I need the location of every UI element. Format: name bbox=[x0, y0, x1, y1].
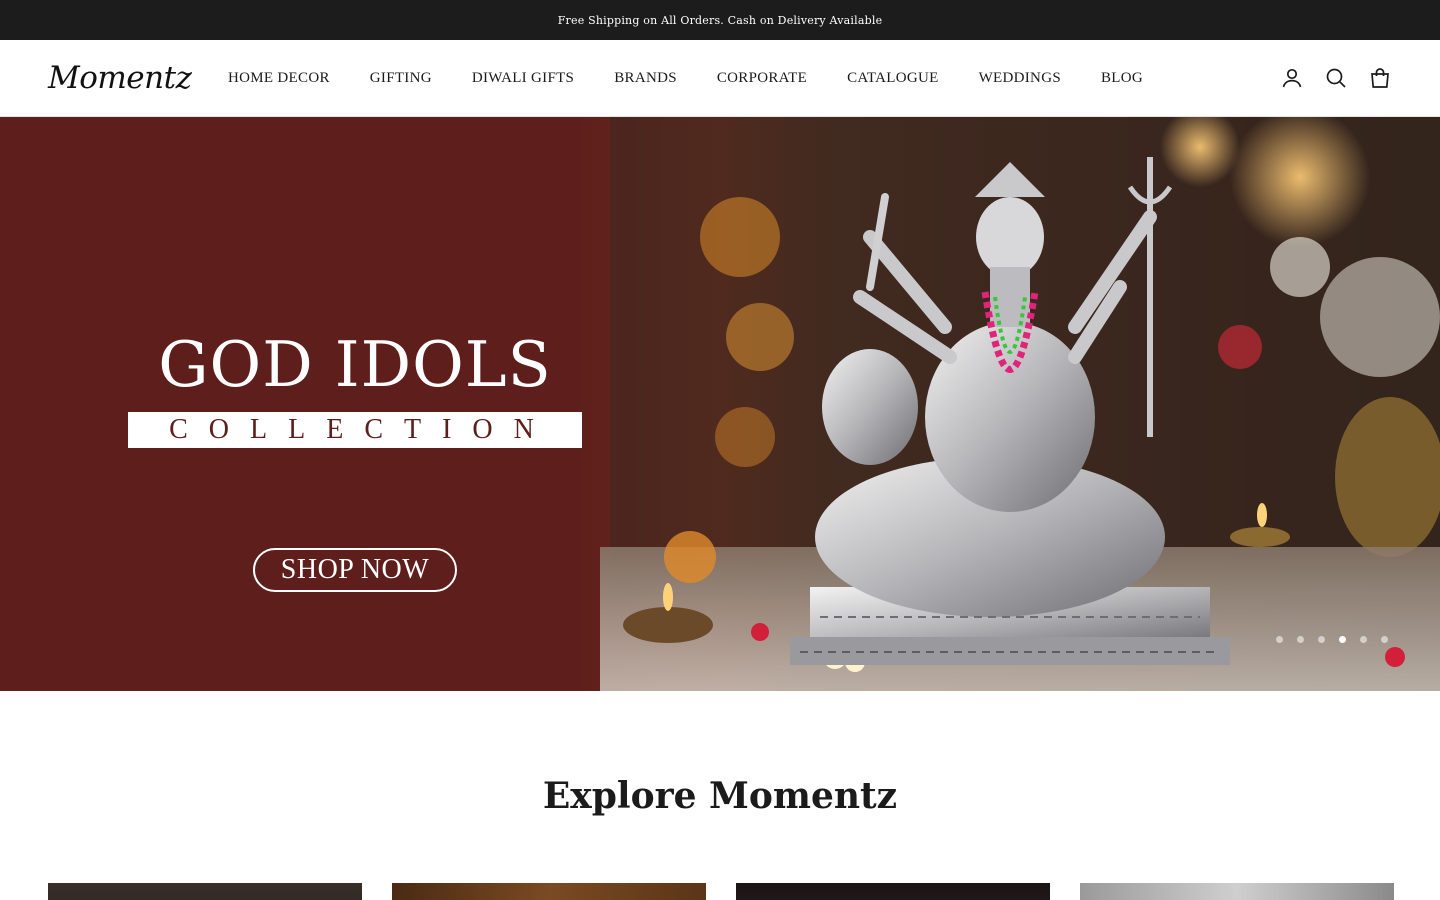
explore-card[interactable] bbox=[48, 883, 362, 900]
slider-dot[interactable] bbox=[1276, 636, 1283, 643]
slider-dot[interactable] bbox=[1381, 636, 1388, 643]
nav-gifting[interactable]: GIFTING bbox=[370, 68, 432, 88]
announcement-bar: Free Shipping on All Orders. Cash on Del… bbox=[0, 0, 1440, 40]
slider-dot[interactable] bbox=[1297, 636, 1304, 643]
main-nav: HOME DECOR GIFTING DIWALI GIFTS BRANDS C… bbox=[228, 68, 1183, 88]
explore-cards bbox=[48, 883, 1394, 900]
nav-brands[interactable]: BRANDS bbox=[614, 68, 677, 88]
shop-now-button[interactable]: SHOP NOW bbox=[253, 548, 457, 592]
account-icon[interactable] bbox=[1280, 66, 1304, 90]
site-header: Momentz HOME DECOR GIFTING DIWALI GIFTS … bbox=[0, 40, 1440, 117]
announcement-text: Free Shipping on All Orders. Cash on Del… bbox=[557, 13, 883, 27]
hero-title: GOD IDOLS bbox=[158, 328, 552, 401]
search-icon[interactable] bbox=[1324, 66, 1348, 90]
slider-dot[interactable] bbox=[1360, 636, 1367, 643]
cart-bag-icon[interactable] bbox=[1368, 66, 1392, 90]
nav-catalogue[interactable]: CATALOGUE bbox=[847, 68, 939, 88]
explore-card[interactable] bbox=[736, 883, 1050, 900]
slider-dots bbox=[1276, 636, 1388, 643]
slider-dot-active[interactable] bbox=[1339, 636, 1346, 643]
hero-subtitle: COLLECTION bbox=[128, 412, 582, 448]
header-icons bbox=[1280, 66, 1392, 90]
nav-corporate[interactable]: CORPORATE bbox=[717, 68, 807, 88]
explore-title: Explore Momentz bbox=[542, 775, 898, 817]
hero-banner[interactable]: GOD IDOLS COLLECTION SHOP NOW bbox=[0, 117, 1440, 691]
nav-weddings[interactable]: WEDDINGS bbox=[979, 68, 1061, 88]
nav-diwali-gifts[interactable]: DIWALI GIFTS bbox=[472, 68, 574, 88]
hero-idol-image bbox=[0, 117, 1440, 691]
explore-card[interactable] bbox=[1080, 883, 1394, 900]
nav-blog[interactable]: BLOG bbox=[1101, 68, 1143, 88]
nav-home-decor[interactable]: HOME DECOR bbox=[228, 68, 330, 88]
slider-dot[interactable] bbox=[1318, 636, 1325, 643]
explore-card[interactable] bbox=[392, 883, 706, 900]
logo[interactable]: Momentz bbox=[48, 58, 192, 98]
